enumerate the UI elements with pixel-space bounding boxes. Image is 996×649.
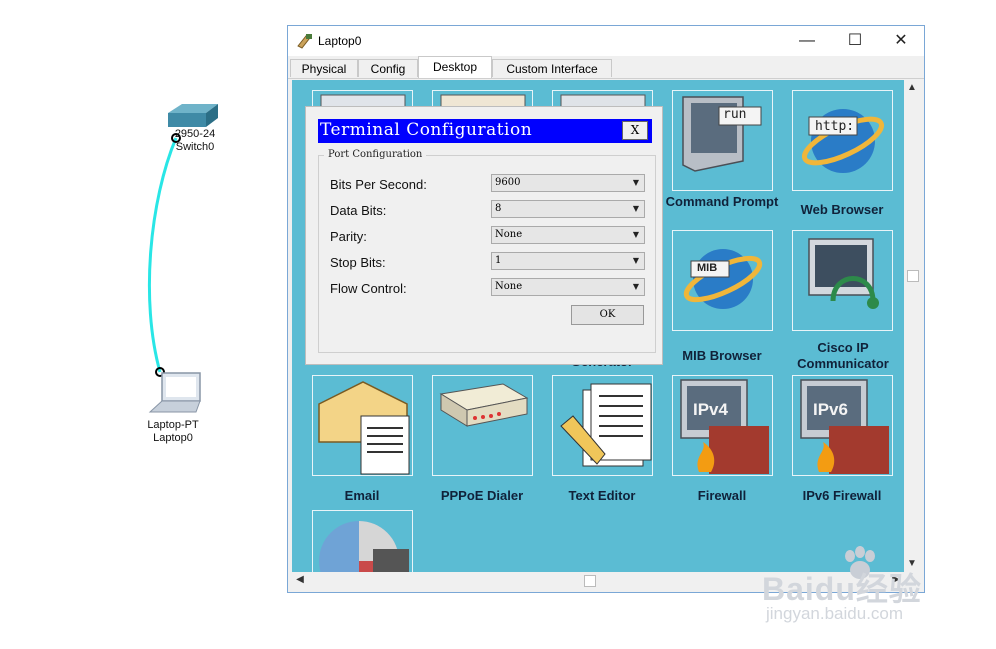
data-bits-select[interactable]: 8 ▼ [491, 200, 645, 218]
bits-per-second-select[interactable]: 9600 ▼ [491, 174, 645, 192]
maximize-button[interactable]: ☐ [832, 26, 878, 56]
dialog-title: Terminal Configuration [320, 120, 533, 140]
pie-chart-icon [319, 521, 409, 572]
app-tile-ipv6-firewall[interactable]: IPv6 [792, 375, 893, 476]
firewall-icon [680, 379, 769, 474]
text-editor-icon [560, 383, 652, 467]
switch-icon[interactable] [168, 104, 218, 127]
label-cisco-ip-communicator: Cisco IP Communicator [797, 340, 889, 371]
app-tile-text-editor[interactable] [552, 375, 653, 476]
laptop-model: Laptop-PT [147, 419, 199, 431]
label-firewall: Firewall [697, 488, 747, 503]
minimize-button[interactable]: — [784, 26, 830, 56]
ipv6-firewall-icon-text: IPv6 [813, 400, 848, 419]
port-configuration-legend: Port Configuration [324, 149, 427, 160]
firewall-icon-text: IPv4 [693, 400, 728, 419]
parity-value: None [495, 229, 523, 240]
baidu-watermark: Baidu经验 jingyan.baidu.com [760, 546, 960, 630]
app-tile-pie-chart[interactable] [312, 510, 413, 572]
mib-browser-icon [683, 249, 763, 309]
laptop-label: Laptop-PT Laptop0 [128, 419, 218, 445]
label-bits-per-second: Bits Per Second: [330, 177, 427, 192]
web-browser-icon [801, 109, 885, 173]
tab-desktop[interactable]: Desktop [418, 56, 492, 78]
label-command-prompt: Command Prompt [665, 194, 779, 209]
label-email: Email [344, 488, 380, 503]
horizontal-scroll-thumb[interactable] [584, 575, 596, 587]
label-pppoe-dialer: PPPoE Dialer [440, 488, 524, 503]
label-data-bits: Data Bits: [330, 203, 387, 218]
vertical-scrollbar[interactable]: ▲ ▼ [904, 80, 920, 572]
label-ipv6-firewall: IPv6 Firewall [802, 488, 882, 503]
flow-control-value: None [495, 281, 523, 292]
mib-icon-text: MIB [697, 262, 718, 274]
pppoe-dialer-icon [439, 383, 529, 427]
tab-config[interactable]: Config [358, 59, 418, 77]
parity-select[interactable]: None ▼ [491, 226, 645, 244]
label-text-editor: Text Editor [568, 488, 636, 503]
email-icon [318, 381, 410, 475]
scroll-left-icon[interactable]: ◀ [292, 572, 308, 588]
chevron-down-icon: ▼ [632, 282, 639, 291]
label-web-browser: Web Browser [800, 202, 884, 217]
tab-physical[interactable]: Physical [290, 59, 358, 77]
label-parity: Parity: [330, 229, 367, 244]
ipv6-firewall-icon [800, 379, 889, 474]
app-tile-firewall[interactable]: IPv4 [672, 375, 773, 476]
app-tile-email[interactable] [312, 375, 413, 476]
bits-per-second-value: 9600 [495, 177, 521, 188]
switch-label: 2950-24 Switch0 [150, 128, 240, 154]
scroll-up-icon[interactable]: ▲ [904, 80, 920, 96]
app-tile-mib-browser[interactable]: MIB [672, 230, 773, 331]
command-prompt-icon [682, 96, 762, 172]
app-tile-pppoe-dialer[interactable] [432, 375, 533, 476]
data-bits-value: 8 [495, 203, 502, 214]
terminal-configuration-dialog: Terminal Configuration X Port Configurat… [305, 106, 663, 365]
tab-custom-interface[interactable]: Custom Interface [492, 59, 612, 77]
label-mib-browser: MIB Browser [682, 348, 762, 363]
close-button[interactable]: ✕ [878, 26, 924, 56]
label-flow-control: Flow Control: [330, 281, 407, 296]
vertical-scroll-thumb[interactable] [907, 270, 919, 282]
web-browser-icon-text: http: [815, 119, 855, 134]
headset-monitor-icon [808, 238, 879, 309]
console-cable[interactable] [147, 137, 178, 373]
laptop-icon[interactable] [148, 372, 201, 413]
ok-button[interactable]: OK [571, 305, 644, 325]
chevron-down-icon: ▼ [632, 230, 639, 239]
stop-bits-value: 1 [495, 255, 502, 266]
flow-control-select[interactable]: None ▼ [491, 278, 645, 296]
app-tile-cisco-ip-communicator[interactable] [792, 230, 893, 331]
app-icon [297, 34, 312, 49]
chevron-down-icon: ▼ [632, 256, 639, 265]
dialog-close-button[interactable]: X [622, 121, 648, 140]
label-stop-bits: Stop Bits: [330, 255, 386, 270]
chevron-down-icon: ▼ [632, 178, 639, 187]
tab-bar: Physical Config Desktop Custom Interface [288, 56, 924, 79]
app-tile-command-prompt[interactable]: run [672, 90, 773, 191]
window-title: Laptop0 [318, 34, 362, 48]
switch-name: Switch0 [175, 141, 215, 153]
watermark-url: jingyan.baidu.com [766, 604, 904, 623]
switch-model: 2950-24 [174, 128, 216, 140]
dialog-titlebar[interactable]: Terminal Configuration X [318, 119, 652, 143]
chevron-down-icon: ▼ [632, 204, 639, 213]
window-titlebar[interactable]: Laptop0 — ☐ ✕ [288, 26, 924, 56]
laptop-name: Laptop0 [153, 432, 193, 444]
stop-bits-select[interactable]: 1 ▼ [491, 252, 645, 270]
command-prompt-icon-text: run [723, 107, 747, 122]
app-tile-web-browser[interactable]: http: [792, 90, 893, 191]
